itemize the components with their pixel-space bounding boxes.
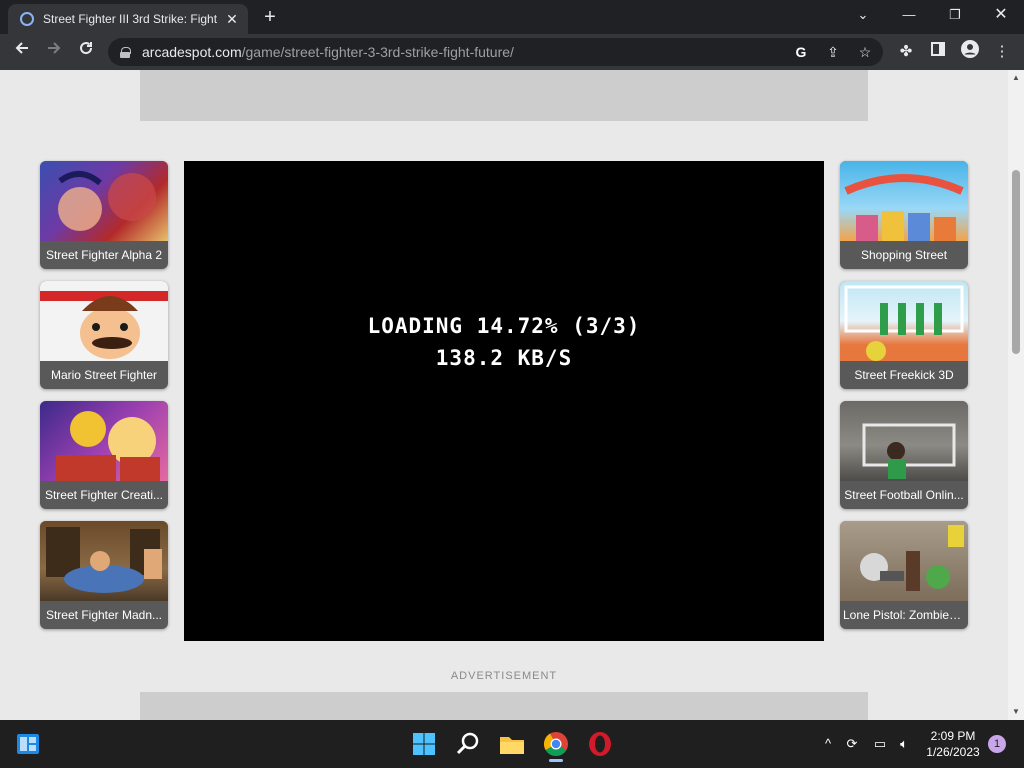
advertisement-label: ADVERTISEMENT [450,670,558,682]
fighter-art-icon [58,171,156,231]
network-icon[interactable]: ▭ [870,734,890,754]
fighter-madness-art-icon [46,527,162,593]
fighter-creator-art-icon [56,411,160,481]
volume-icon[interactable]: 🔈︎ [894,734,914,754]
game-card-label: Street Fighter Alpha 2 [45,248,163,262]
folder-glyph [500,737,524,754]
game-canvas[interactable]: LOADING 14.72% (3/3) 138.2 KB/S [184,161,824,641]
lock-icon[interactable] [120,46,131,58]
chrome-menu-icon[interactable]: ⋮ [990,40,1014,64]
game-thumbnail [40,161,168,241]
taskbar-clock[interactable]: 2:09 PM 1/26/2023 [920,728,986,760]
mario-fighter-art-icon [40,291,168,359]
freekick-art-icon [844,285,964,361]
tab-strip: Street Fighter III 3rd Strike: Fight ✕ +… [0,0,1024,34]
game-thumbnail [40,401,168,481]
reload-icon [80,42,93,55]
back-arrow-icon [15,42,28,54]
bookmark-star-icon[interactable]: ☆ [855,42,875,62]
scrollbar-thumb[interactable] [1012,170,1020,354]
game-card-left-4[interactable]: Street Fighter Madn... [40,521,168,629]
shopping-street-art-icon [844,174,964,241]
reload-button[interactable] [74,40,98,64]
scroll-up-arrow-icon[interactable]: ▲ [1008,70,1024,86]
extensions-puzzle-icon[interactable]: ✤ [894,40,918,64]
bottom-ad-banner[interactable] [140,692,868,720]
chrome-taskbar-icon[interactable] [540,728,572,762]
side-panel-glyph [931,42,945,56]
address-bar[interactable]: arcadespot.com/game/street-fighter-3-3rd… [108,38,883,66]
clock-date: 1/26/2023 [926,745,980,759]
game-card-left-3[interactable]: Street Fighter Creati... [40,401,168,509]
game-card-label: Street Football Onlin... [844,488,964,502]
profile-avatar-icon[interactable] [958,40,982,64]
notification-badge[interactable]: 1 [988,735,1006,753]
game-thumbnail [840,521,968,601]
sync-icon[interactable]: ⟳ [842,734,862,754]
game-thumbnail [840,281,968,361]
forward-arrow-icon [48,42,61,54]
street-football-art-icon [862,423,956,479]
game-card-label: Mario Street Fighter [50,368,158,382]
active-app-indicator [549,759,563,762]
show-hidden-icons-chevron[interactable]: ^ [818,734,838,754]
site-favicon-icon [20,12,34,26]
page-scrollbar[interactable]: ▲ ▼ [1008,70,1024,720]
google-lens-icon[interactable]: G [791,42,811,62]
game-card-label: Street Fighter Madn... [45,608,163,622]
restore-button[interactable]: ❐ [932,0,978,30]
top-ad-banner[interactable] [140,70,868,121]
widgets-icon[interactable] [12,728,44,760]
download-speed-text: 138.2 KB/S [435,346,573,370]
search-icon[interactable] [452,728,484,760]
active-tab[interactable]: Street Fighter III 3rd Strike: Fight ✕ [8,4,248,34]
tab-search-chevron-icon[interactable]: ⌄ [840,0,886,30]
close-tab-icon[interactable]: ✕ [224,11,240,28]
search-glyph [456,732,479,755]
game-card-label: Lone Pistol: Zombies... [843,608,966,622]
clock-time: 2:09 PM [930,729,976,743]
back-button[interactable] [10,40,34,64]
opera-icon[interactable] [584,728,616,760]
lone-pistol-art-icon [860,525,964,591]
scroll-down-arrow-icon[interactable]: ▼ [1008,704,1024,720]
start-glyph [413,733,435,755]
url-text[interactable]: arcadespot.com/game/street-fighter-3-3rd… [142,44,514,60]
taskbar: ^ ⟳ ▭ 🔈︎ 2:09 PM 1/26/2023 [0,720,1024,768]
forward-button[interactable] [42,40,66,64]
close-window-button[interactable]: ✕ [978,0,1024,30]
game-card-label: Street Freekick 3D [854,368,954,382]
minimize-button[interactable]: — [886,0,932,30]
game-thumbnail [40,521,168,601]
browser-toolbar: arcadespot.com/game/street-fighter-3-3rd… [0,34,1024,70]
game-thumbnail [40,281,168,361]
opera-glyph [589,732,611,756]
file-explorer-icon[interactable] [496,728,528,760]
loading-status-text: LOADING 14.72% (3/3) [367,314,641,338]
side-panel-icon[interactable] [926,40,950,64]
url-path: /game/street-fighter-3-3rd-strike-fight-… [241,44,514,60]
game-card-label: Street Fighter Creati... [44,488,164,502]
game-thumbnail [840,161,968,241]
game-thumbnail [840,401,968,481]
share-icon[interactable]: ⇪ [823,42,843,62]
widgets-glyph [17,734,39,754]
game-card-right-1[interactable]: Shopping Street [840,161,968,269]
game-card-left-2[interactable]: Mario Street Fighter [40,281,168,389]
game-card-right-4[interactable]: Lone Pistol: Zombies... [840,521,968,629]
page-viewport: Street Fighter Alpha 2 Mario Street Figh… [0,70,1008,720]
game-card-right-2[interactable]: Street Freekick 3D [840,281,968,389]
chrome-glyph [543,732,568,757]
windows-start-icon[interactable] [408,728,440,760]
game-card-label: Shopping Street [860,248,948,262]
game-card-left-1[interactable]: Street Fighter Alpha 2 [40,161,168,269]
game-card-right-3[interactable]: Street Football Onlin... [840,401,968,509]
new-tab-button[interactable]: + [259,6,281,28]
url-host: arcadespot.com [142,44,242,60]
tab-title: Street Fighter III 3rd Strike: Fight [43,12,218,26]
profile-glyph [961,40,979,58]
